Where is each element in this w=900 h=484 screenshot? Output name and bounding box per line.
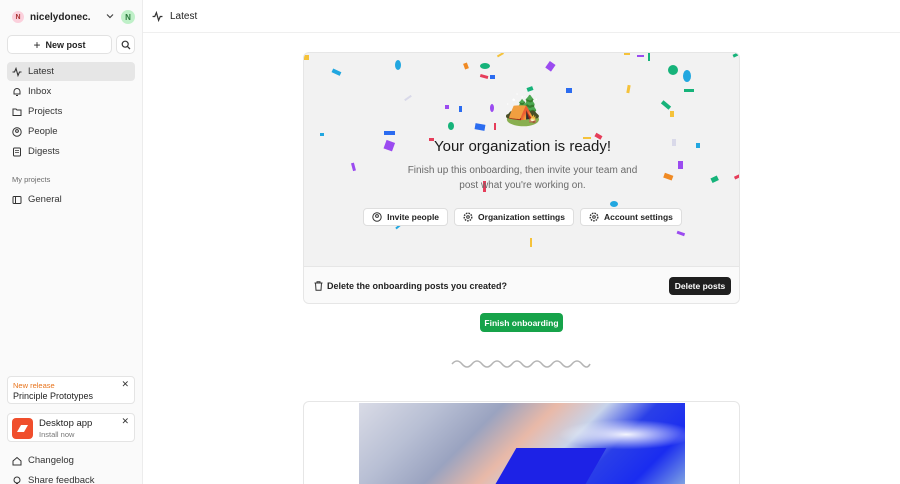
release-tag: New release (13, 381, 55, 390)
desktop-app-subtitle: Install now (39, 430, 75, 439)
sidebar-item-label: Digests (28, 146, 60, 157)
delete-posts-button[interactable]: Delete posts (669, 277, 731, 295)
search-button[interactable] (116, 35, 135, 54)
activity-icon (152, 10, 163, 22)
user-circle-icon (12, 126, 22, 137)
delete-prompt: Delete the onboarding posts you created? (327, 281, 508, 291)
bell-icon (12, 87, 22, 97)
sidebar-item-digests[interactable]: Digests (7, 142, 135, 161)
account-settings-button[interactable]: Account settings (579, 208, 682, 226)
new-post-button[interactable]: + New post (7, 35, 112, 54)
sidebar-item-label: Inbox (28, 86, 52, 97)
workspace-switcher[interactable]: N nicelydonec... N (8, 7, 136, 27)
sidebar-item-label: Projects (28, 106, 63, 117)
image-shard (481, 448, 607, 484)
document-icon (12, 147, 22, 157)
sidebar-item-general[interactable]: General (7, 190, 135, 209)
button-label: Invite people (387, 212, 440, 222)
organization-settings-button[interactable]: Organization settings (454, 208, 574, 226)
close-icon[interactable]: ✕ (121, 416, 129, 427)
button-label: Account settings (603, 212, 673, 222)
trash-icon (314, 281, 323, 291)
sidebar-item-share-feedback[interactable]: Share feedback (7, 471, 135, 484)
user-avatar[interactable]: N (121, 10, 135, 24)
workspace-name: nicelydonec... (30, 11, 90, 23)
post-card[interactable] (303, 401, 740, 484)
desktop-app-card[interactable]: Desktop app Install now ✕ (7, 413, 135, 442)
onboarding-subtitle: Finish up this onboarding, then invite y… (407, 165, 638, 191)
close-icon[interactable]: ✕ (121, 379, 129, 390)
onboarding-panel: 🏕️ Your organization is ready! Finish up… (303, 52, 740, 304)
search-icon (121, 40, 130, 49)
sidebar-item-label: Latest (28, 66, 54, 77)
new-release-card[interactable]: New release Principle Prototypes ✕ (7, 376, 135, 404)
project-icon (12, 195, 22, 205)
activity-icon (12, 66, 22, 77)
sidebar: N nicelydonec... N + New post Latest Inb… (0, 0, 143, 484)
sidebar-item-label: People (28, 126, 58, 137)
onboarding-title: Your organization is ready! (433, 138, 612, 155)
new-post-label: New post (45, 39, 86, 50)
sidebar-item-latest[interactable]: Latest (7, 62, 135, 81)
workspace-avatar: N (12, 11, 24, 23)
finish-onboarding-button[interactable]: Finish onboarding (480, 313, 563, 332)
sidebar-item-projects[interactable]: Projects (7, 102, 135, 121)
lightbulb-icon (12, 476, 22, 484)
tent-emoji: 🏕️ (504, 94, 542, 127)
post-image (359, 403, 685, 484)
section-label-my-projects: My projects (12, 175, 51, 184)
gear-icon (589, 212, 599, 222)
invite-people-button[interactable]: Invite people (363, 208, 449, 226)
sidebar-item-label: Changelog (28, 455, 74, 466)
sidebar-item-label: Share feedback (28, 475, 95, 484)
sidebar-item-label: General (28, 194, 62, 205)
app-logo-icon (12, 418, 33, 439)
squiggle-divider (451, 360, 591, 368)
onboarding-actions: Invite people Organization settings Acco… (304, 208, 739, 226)
home-icon (12, 456, 22, 466)
plus-icon: + (33, 37, 41, 52)
page-title: Latest (170, 10, 198, 22)
release-name: Principle Prototypes (13, 391, 94, 401)
folder-icon (12, 107, 22, 117)
confetti-decoration (304, 53, 739, 247)
button-label: Organization settings (478, 212, 565, 222)
gear-icon (463, 212, 473, 222)
sidebar-item-inbox[interactable]: Inbox (7, 82, 135, 101)
delete-onboarding-bar: Delete the onboarding posts you created?… (304, 266, 739, 303)
sidebar-item-people[interactable]: People (7, 122, 135, 141)
chevron-down-icon[interactable] (104, 10, 116, 22)
top-header: Latest (143, 0, 900, 33)
sidebar-item-changelog[interactable]: Changelog (7, 451, 135, 470)
user-circle-icon (372, 212, 382, 222)
desktop-app-title: Desktop app (39, 418, 93, 429)
